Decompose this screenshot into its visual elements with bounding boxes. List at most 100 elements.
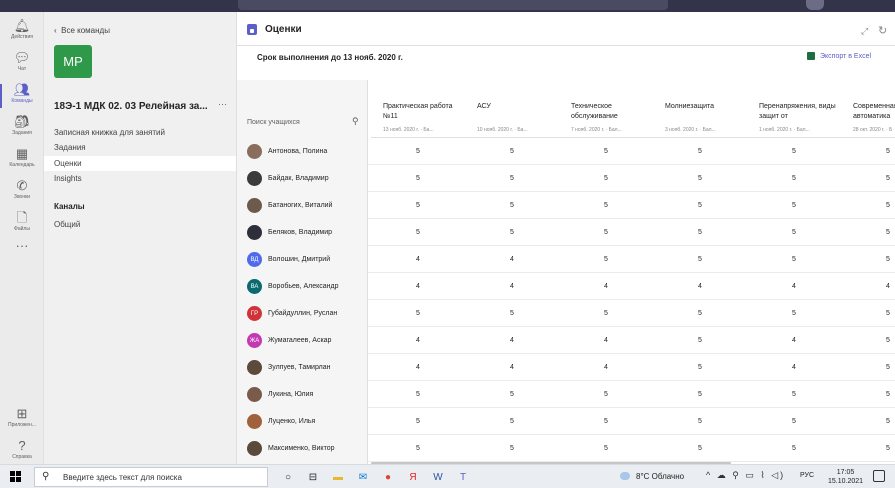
- grade-cell[interactable]: 5: [653, 148, 747, 155]
- grade-cell[interactable]: 5: [559, 256, 653, 263]
- grade-cell[interactable]: 5: [653, 364, 747, 371]
- grade-cell[interactable]: 4: [465, 283, 559, 290]
- grade-cell[interactable]: 4: [371, 283, 465, 290]
- rail-item-bell[interactable]: 🔔︎ Действия: [0, 18, 44, 54]
- team-more-icon[interactable]: ···: [218, 99, 227, 109]
- grade-cell[interactable]: 5: [371, 418, 465, 425]
- grade-cell[interactable]: 5: [371, 148, 465, 155]
- windows-start-icon[interactable]: [10, 471, 21, 482]
- grade-cell[interactable]: 5: [841, 202, 895, 209]
- grade-cell[interactable]: 5: [653, 202, 747, 209]
- weather-icon[interactable]: [620, 472, 630, 480]
- mail-icon[interactable]: ✉: [355, 469, 371, 485]
- file-explorer-icon[interactable]: ▬: [330, 469, 346, 485]
- assignment-header[interactable]: Перенапряжения, виды защит от 1 нояб. 202…: [747, 80, 841, 138]
- grade-cell[interactable]: 5: [653, 256, 747, 263]
- student-name[interactable]: Максименко, Виктор: [268, 445, 334, 452]
- grade-cell[interactable]: 5: [371, 391, 465, 398]
- grade-cell[interactable]: 4: [465, 337, 559, 344]
- grade-cell[interactable]: 5: [841, 256, 895, 263]
- task-view-icon[interactable]: ⊟: [305, 469, 321, 485]
- grade-cell[interactable]: 5: [465, 175, 559, 182]
- student-name[interactable]: Лукина, Юлия: [268, 391, 313, 398]
- grade-cell[interactable]: 5: [559, 202, 653, 209]
- rail-item-calls[interactable]: ✆ Звонки: [0, 178, 44, 214]
- student-name[interactable]: Батаногих, Виталий: [268, 202, 332, 209]
- grade-cell[interactable]: 5: [559, 418, 653, 425]
- channel-general[interactable]: Общий: [54, 220, 80, 229]
- grade-cell[interactable]: 5: [465, 418, 559, 425]
- teams-taskbar-icon[interactable]: T: [455, 469, 471, 485]
- grade-cell[interactable]: 5: [653, 445, 747, 452]
- due-date-filter[interactable]: Срок выполнения до 13 нояб. 2020 г.: [257, 53, 403, 62]
- grade-cell[interactable]: 4: [747, 283, 841, 290]
- grade-cell[interactable]: 5: [841, 445, 895, 452]
- grade-cell[interactable]: 5: [371, 229, 465, 236]
- grade-cell[interactable]: 5: [841, 364, 895, 371]
- nav-item-notebook[interactable]: Записная книжка для занятий: [54, 128, 165, 137]
- word-icon[interactable]: W: [430, 469, 446, 485]
- grade-cell[interactable]: 5: [747, 148, 841, 155]
- grade-cell[interactable]: 5: [747, 229, 841, 236]
- grade-cell[interactable]: 4: [559, 364, 653, 371]
- assignment-header[interactable]: Современная автоматика 28 окт. 2020 г. · …: [841, 80, 895, 138]
- cortana-icon[interactable]: ○: [280, 469, 296, 485]
- grade-cell[interactable]: 4: [371, 256, 465, 263]
- yandex-browser-icon[interactable]: Я: [405, 469, 421, 485]
- grade-cell[interactable]: 5: [841, 310, 895, 317]
- student-name[interactable]: Беляков, Владимир: [268, 229, 332, 236]
- student-name[interactable]: Байдак, Владимир: [268, 175, 329, 182]
- grade-cell[interactable]: 5: [465, 445, 559, 452]
- grade-cell[interactable]: 5: [465, 148, 559, 155]
- chrome-icon[interactable]: ●: [380, 469, 396, 485]
- grade-cell[interactable]: 4: [465, 364, 559, 371]
- weather-text[interactable]: 8°C Облачно: [636, 472, 684, 481]
- assignment-header[interactable]: АСУ 10 нояб. 2020 г. · Ба...: [465, 80, 559, 138]
- grade-cell[interactable]: 5: [841, 229, 895, 236]
- grade-cell[interactable]: 5: [747, 175, 841, 182]
- grade-cell[interactable]: 5: [559, 229, 653, 236]
- rail-item-calendar[interactable]: ▦ Календарь: [0, 146, 44, 182]
- grade-cell[interactable]: 4: [371, 337, 465, 344]
- grade-cell[interactable]: 5: [559, 391, 653, 398]
- top-search-bar[interactable]: [238, 0, 668, 10]
- grade-cell[interactable]: 5: [371, 445, 465, 452]
- student-name[interactable]: Антонова, Полина: [268, 148, 327, 155]
- grade-cell[interactable]: 5: [465, 391, 559, 398]
- export-excel-button[interactable]: Экспорт в Excel: [820, 53, 871, 60]
- grade-cell[interactable]: 4: [559, 283, 653, 290]
- grade-cell[interactable]: 4: [747, 337, 841, 344]
- student-name[interactable]: Зулпуев, Тамирлан: [268, 364, 330, 371]
- assignment-header[interactable]: Практическая работа №11 13 нояб. 2020 г. …: [371, 80, 465, 138]
- grade-cell[interactable]: 4: [747, 364, 841, 371]
- grade-cell[interactable]: 5: [653, 418, 747, 425]
- student-search-input[interactable]: Поиск учащихся: [247, 119, 300, 126]
- grade-cell[interactable]: 5: [841, 175, 895, 182]
- grade-cell[interactable]: 5: [653, 229, 747, 236]
- grade-cell[interactable]: 5: [653, 310, 747, 317]
- assignment-header[interactable]: Молниезащита 3 нояб. 2020 г. · Бал...: [653, 80, 747, 138]
- grade-cell[interactable]: 4: [653, 283, 747, 290]
- grade-cell[interactable]: 5: [371, 175, 465, 182]
- nav-item-grades[interactable]: Оценки: [54, 159, 82, 168]
- grade-cell[interactable]: 5: [841, 418, 895, 425]
- nav-item-insights[interactable]: Insights: [54, 174, 82, 183]
- grade-cell[interactable]: 5: [371, 310, 465, 317]
- taskbar-search-input[interactable]: ⚲ Введите здесь текст для поиска: [34, 467, 268, 487]
- student-name[interactable]: Воробьев, Александр: [268, 283, 339, 290]
- grade-cell[interactable]: 5: [559, 445, 653, 452]
- notification-center-icon[interactable]: [873, 470, 885, 482]
- grade-cell[interactable]: 5: [747, 418, 841, 425]
- grade-cell[interactable]: 5: [371, 202, 465, 209]
- student-name[interactable]: Жумагалеев, Аскар: [268, 337, 331, 344]
- grade-cell[interactable]: 5: [747, 391, 841, 398]
- search-icon[interactable]: ⚲: [352, 116, 359, 127]
- student-name[interactable]: Губайдуллин, Руслан: [268, 310, 337, 317]
- grade-cell[interactable]: 4: [371, 364, 465, 371]
- grade-cell[interactable]: 5: [465, 202, 559, 209]
- grade-cell[interactable]: 5: [559, 148, 653, 155]
- grade-cell[interactable]: 5: [465, 229, 559, 236]
- clock[interactable]: 17:05 15.10.2021: [828, 468, 863, 486]
- student-name[interactable]: Волошин, Дмитрий: [268, 256, 330, 263]
- grade-cell[interactable]: 5: [653, 391, 747, 398]
